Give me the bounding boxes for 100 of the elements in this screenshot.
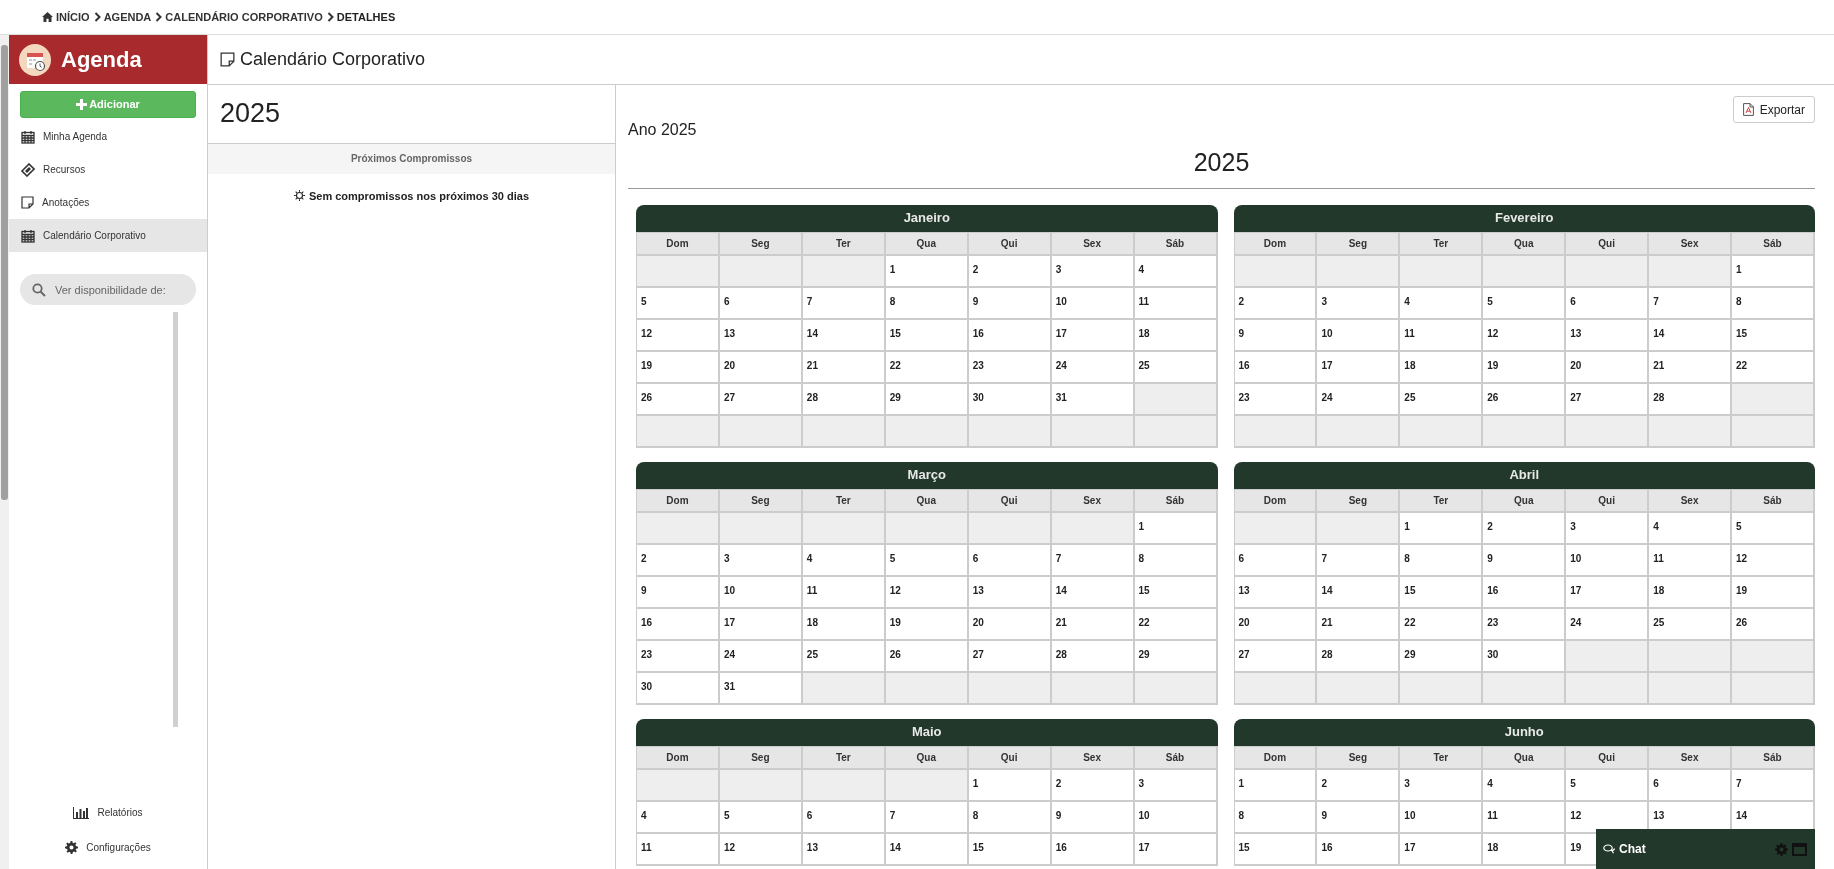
day-cell[interactable]: 10 [1051,287,1135,320]
day-cell[interactable]: 6 [1649,769,1733,802]
day-cell[interactable]: 2 [1234,287,1318,320]
day-cell[interactable]: 12 [1732,544,1815,577]
day-cell[interactable]: 18 [802,608,886,641]
day-cell[interactable]: 30 [637,672,720,705]
day-cell[interactable]: 5 [719,801,803,834]
day-cell[interactable]: 5 [637,287,720,320]
day-cell[interactable]: 27 [968,640,1052,673]
day-cell[interactable]: 26 [1483,383,1567,416]
day-cell[interactable]: 16 [1051,833,1135,866]
day-cell[interactable]: 17 [1134,833,1218,866]
day-cell[interactable]: 21 [1649,351,1733,384]
day-cell[interactable]: 6 [968,544,1052,577]
day-cell[interactable]: 22 [1732,351,1815,384]
day-cell[interactable]: 14 [885,833,969,866]
day-cell[interactable]: 1 [1234,769,1318,802]
day-cell[interactable]: 7 [1051,544,1135,577]
day-cell[interactable]: 17 [1317,351,1401,384]
day-cell[interactable]: 12 [885,576,969,609]
day-cell[interactable]: 10 [1400,801,1484,834]
day-cell[interactable]: 18 [1134,319,1218,352]
day-cell[interactable]: 13 [1566,319,1650,352]
day-cell[interactable]: 21 [1317,608,1401,641]
day-cell[interactable]: 9 [1051,801,1135,834]
day-cell[interactable]: 23 [968,351,1052,384]
export-button[interactable]: Exportar [1732,96,1815,123]
search-field[interactable]: Ver disponibilidade de: [20,274,196,305]
day-cell[interactable]: 11 [1134,287,1218,320]
day-cell[interactable]: 26 [885,640,969,673]
day-cell[interactable]: 15 [885,319,969,352]
day-cell[interactable]: 3 [1566,512,1650,545]
day-cell[interactable]: 26 [637,383,720,416]
day-cell[interactable]: 5 [1483,287,1567,320]
day-cell[interactable]: 7 [885,801,969,834]
day-cell[interactable]: 5 [885,544,969,577]
day-cell[interactable]: 7 [802,287,886,320]
day-cell[interactable]: 8 [968,801,1052,834]
day-cell[interactable]: 20 [968,608,1052,641]
day-cell[interactable]: 31 [719,672,803,705]
day-cell[interactable]: 9 [637,576,720,609]
day-cell[interactable]: 17 [1566,576,1650,609]
day-cell[interactable]: 10 [1317,319,1401,352]
day-cell[interactable]: 17 [1051,319,1135,352]
day-cell[interactable]: 29 [1400,640,1484,673]
day-cell[interactable]: 28 [802,383,886,416]
day-cell[interactable]: 19 [1483,351,1567,384]
chat-dialog[interactable]: Chat [1596,829,1815,869]
day-cell[interactable]: 15 [968,833,1052,866]
day-cell[interactable]: 10 [719,576,803,609]
day-cell[interactable]: 4 [1483,769,1567,802]
day-cell[interactable]: 5 [1566,769,1650,802]
day-cell[interactable]: 13 [1234,576,1318,609]
day-cell[interactable]: 3 [1051,255,1135,288]
day-cell[interactable]: 22 [885,351,969,384]
day-cell[interactable]: 10 [1566,544,1650,577]
day-cell[interactable]: 27 [1566,383,1650,416]
sidebar-item[interactable]: Minha Agenda [9,120,207,153]
day-cell[interactable]: 1 [1732,255,1815,288]
day-cell[interactable]: 14 [1649,319,1733,352]
day-cell[interactable]: 2 [1051,769,1135,802]
day-cell[interactable]: 12 [719,833,803,866]
day-cell[interactable]: 28 [1649,383,1733,416]
day-cell[interactable]: 8 [1732,287,1815,320]
day-cell[interactable]: 23 [637,640,720,673]
day-cell[interactable]: 6 [719,287,803,320]
day-cell[interactable]: 21 [1051,608,1135,641]
day-cell[interactable]: 31 [1051,383,1135,416]
day-cell[interactable]: 14 [1317,576,1401,609]
day-cell[interactable]: 28 [1317,640,1401,673]
breadcrumb-current[interactable]: DETALHES [326,8,396,26]
day-cell[interactable]: 4 [1649,512,1733,545]
day-cell[interactable]: 11 [1400,319,1484,352]
day-cell[interactable]: 13 [968,576,1052,609]
day-cell[interactable]: 12 [637,319,720,352]
day-cell[interactable]: 25 [802,640,886,673]
day-cell[interactable]: 4 [1134,255,1218,288]
day-cell[interactable]: 24 [1317,383,1401,416]
day-cell[interactable]: 25 [1649,608,1733,641]
day-cell[interactable]: 15 [1732,319,1815,352]
day-cell[interactable]: 14 [802,319,886,352]
day-cell[interactable]: 1 [885,255,969,288]
day-cell[interactable]: 8 [885,287,969,320]
day-cell[interactable]: 2 [1317,769,1401,802]
day-cell[interactable]: 19 [885,608,969,641]
day-cell[interactable]: 20 [1234,608,1318,641]
day-cell[interactable]: 24 [1566,608,1650,641]
day-cell[interactable]: 23 [1234,383,1318,416]
day-cell[interactable]: 4 [637,801,720,834]
day-cell[interactable]: 29 [885,383,969,416]
day-cell[interactable]: 4 [1400,287,1484,320]
day-cell[interactable]: 27 [1234,640,1318,673]
day-cell[interactable]: 13 [719,319,803,352]
day-cell[interactable]: 11 [1483,801,1567,834]
day-cell[interactable]: 7 [1732,769,1815,802]
day-cell[interactable]: 24 [1051,351,1135,384]
day-cell[interactable]: 15 [1400,576,1484,609]
day-cell[interactable]: 3 [1400,769,1484,802]
day-cell[interactable]: 2 [1483,512,1567,545]
day-cell[interactable]: 20 [719,351,803,384]
